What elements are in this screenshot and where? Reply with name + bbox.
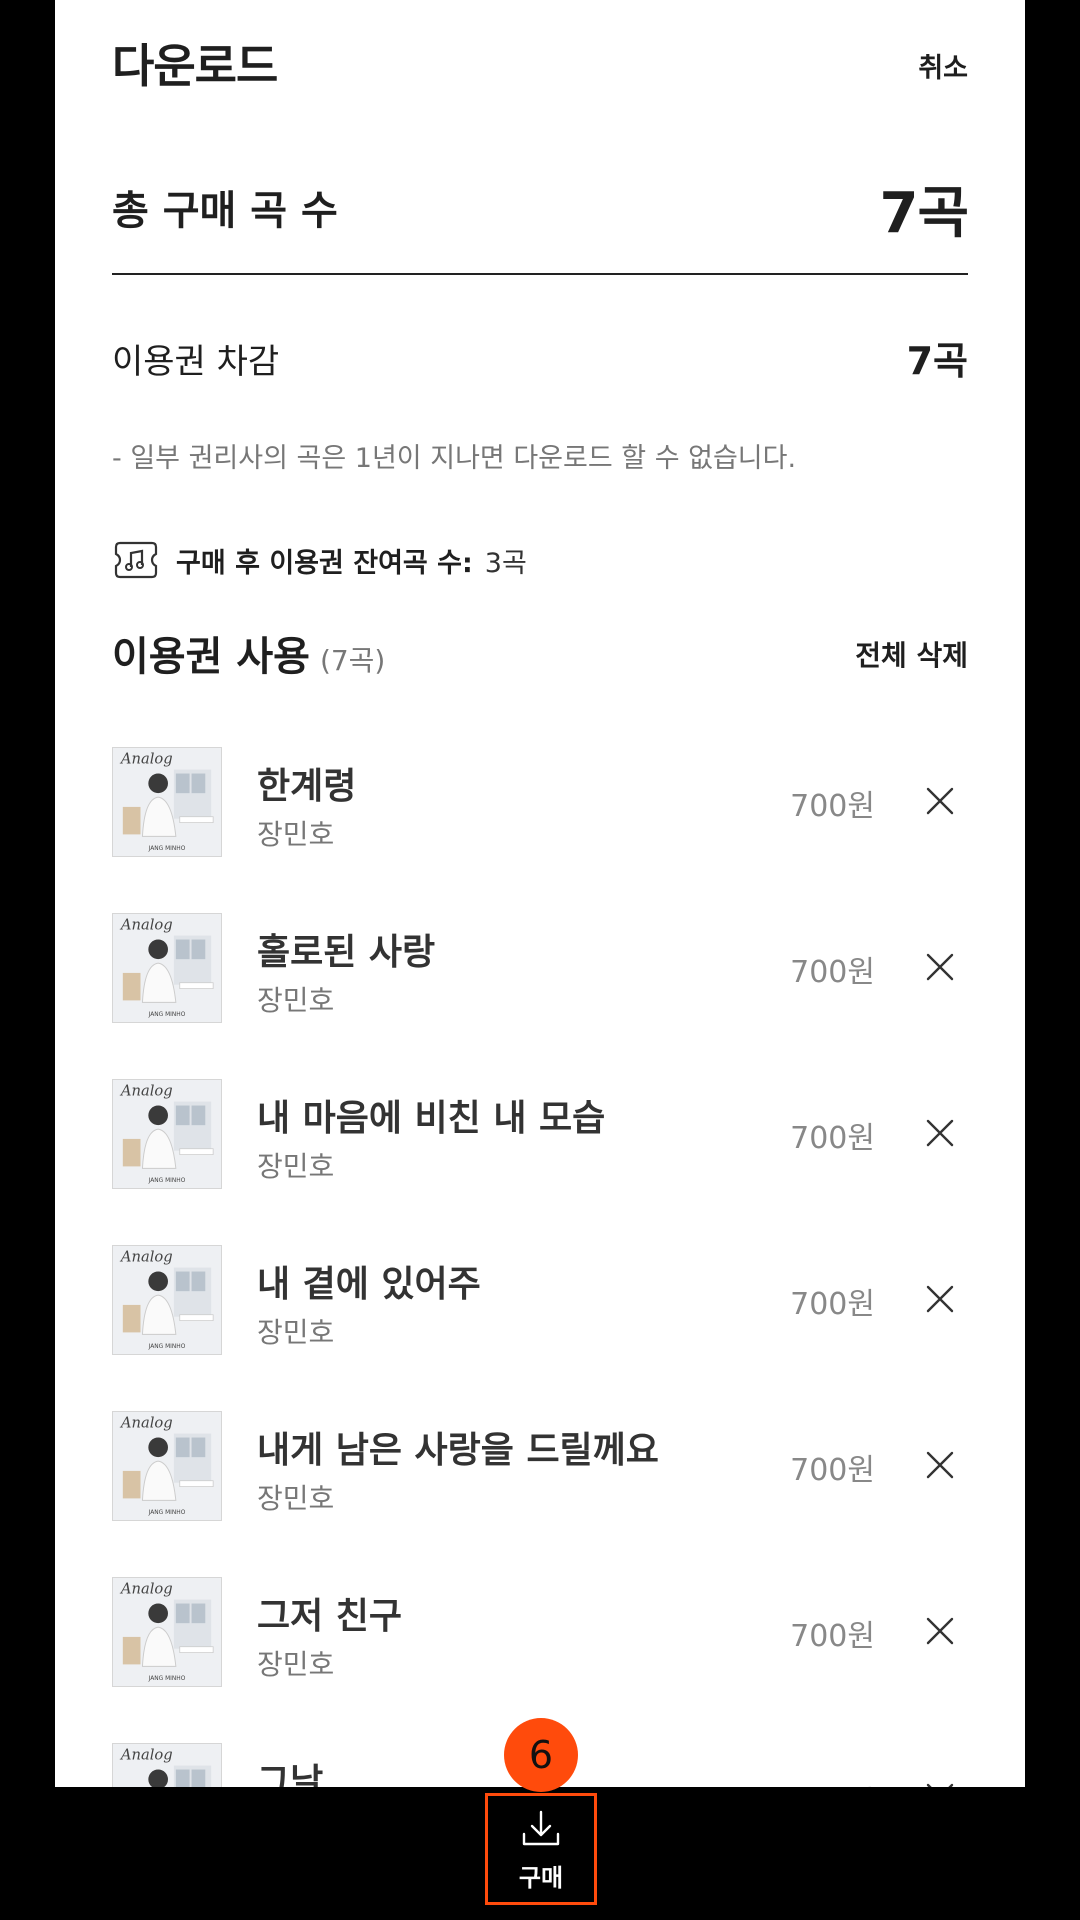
song-price: 700원 xyxy=(790,955,875,990)
remaining-songs-value: 3곡 xyxy=(484,547,527,579)
song-artist: 장민호 xyxy=(257,1648,335,1681)
svg-text:JANG MINHO: JANG MINHO xyxy=(148,1510,186,1516)
remaining-songs-row: 구매 후 이용권 잔여곡 수: 3곡 xyxy=(112,538,527,582)
song-price: 700원 xyxy=(790,1619,875,1654)
voucher-deduction-row: 이용권 차감 7곡 xyxy=(112,330,968,383)
svg-text:JANG MINHO: JANG MINHO xyxy=(148,1344,186,1350)
song-title: 그저 친구 xyxy=(257,1596,403,1637)
album-art: Analog JANG MINHO xyxy=(112,1577,222,1687)
song-row[interactable]: Analog JANG MINHO 내 마음에 비친 내 모습장민호 700원 xyxy=(112,1079,968,1189)
song-price: 700원 xyxy=(790,1287,875,1322)
download-icon xyxy=(522,1810,560,1845)
song-artist: 장민호 xyxy=(257,984,335,1017)
total-purchase-value: 7곡 xyxy=(879,181,969,246)
close-icon[interactable] xyxy=(924,951,956,983)
remaining-songs-label: 구매 후 이용권 잔여곡 수: xyxy=(176,547,473,579)
song-title: 홀로된 사랑 xyxy=(257,932,436,973)
song-artist: 장민호 xyxy=(257,818,335,851)
svg-text:Analog: Analog xyxy=(119,917,173,934)
song-artist: 장민호 xyxy=(257,1150,335,1183)
buy-label: 구매 xyxy=(518,1863,564,1892)
close-icon[interactable] xyxy=(924,1117,956,1149)
voucher-deduction-label: 이용권 차감 xyxy=(112,342,280,382)
song-row[interactable]: Analog JANG MINHO 홀로된 사랑장민호 700원 xyxy=(112,913,968,1023)
music-note-icon xyxy=(114,541,158,579)
album-art: Analog JANG MINHO xyxy=(112,1411,222,1521)
svg-text:Analog: Analog xyxy=(119,1083,173,1100)
svg-text:JANG MINHO: JANG MINHO xyxy=(148,846,186,852)
song-artist: 장민호 xyxy=(257,1316,335,1349)
close-icon[interactable] xyxy=(924,785,956,817)
section-count: (7곡) xyxy=(319,644,386,677)
bottom-bar: 구매 xyxy=(55,1787,1025,1920)
download-sheet: 다운로드 취소 총 구매 곡 수 7곡 이용권 차감 7곡 - 일부 권리사의 … xyxy=(55,0,1025,1920)
song-title: 한계령 xyxy=(257,766,357,807)
song-row[interactable]: Analog JANG MINHO 한계령장민호 700원 xyxy=(112,747,968,857)
svg-text:JANG MINHO: JANG MINHO xyxy=(148,1178,186,1184)
delete-all-button[interactable]: 전체 삭제 xyxy=(855,634,968,674)
svg-text:Analog: Analog xyxy=(119,1747,173,1764)
svg-text:Analog: Analog xyxy=(119,1415,173,1432)
step-badge: 6 xyxy=(504,1718,578,1792)
total-purchase-label: 총 구매 곡 수 xyxy=(112,188,338,234)
total-purchase-row: 총 구매 곡 수 7곡 xyxy=(112,168,969,246)
section-title-text: 이용권 사용 xyxy=(112,634,310,680)
buy-button[interactable]: 구매 xyxy=(485,1793,597,1905)
song-price: 700원 xyxy=(790,1121,875,1156)
song-title: 내게 남은 사랑을 드릴께요 xyxy=(257,1430,659,1471)
song-row[interactable]: Analog JANG MINHO 그저 친구장민호 700원 xyxy=(112,1577,968,1687)
close-icon[interactable] xyxy=(924,1615,956,1647)
album-art: Analog JANG MINHO xyxy=(112,913,222,1023)
song-row[interactable]: Analog JANG MINHO 내게 남은 사랑을 드릴께요장민호 700원 xyxy=(112,1411,968,1521)
album-art: Analog JANG MINHO xyxy=(112,747,222,857)
album-art: Analog JANG MINHO xyxy=(112,1079,222,1189)
album-art: Analog JANG MINHO xyxy=(112,1245,222,1355)
close-icon[interactable] xyxy=(924,1283,956,1315)
close-icon[interactable] xyxy=(924,1449,956,1481)
svg-text:JANG MINHO: JANG MINHO xyxy=(148,1012,186,1018)
song-title: 내 곁에 있어주 xyxy=(257,1264,481,1305)
section-title: 이용권 사용 (7곡) xyxy=(112,624,385,682)
svg-text:Analog: Analog xyxy=(119,751,173,768)
song-artist: 장민호 xyxy=(257,1482,335,1515)
voucher-deduction-value: 7곡 xyxy=(906,339,968,383)
page-title: 다운로드 xyxy=(112,39,278,93)
song-row[interactable]: Analog JANG MINHO 내 곁에 있어주장민호 700원 xyxy=(112,1245,968,1355)
song-price: 700원 xyxy=(790,789,875,824)
svg-text:Analog: Analog xyxy=(119,1249,173,1266)
cancel-button[interactable]: 취소 xyxy=(918,46,968,85)
header: 다운로드 취소 xyxy=(112,30,968,100)
voucher-use-section-header: 이용권 사용 (7곡) 전체 삭제 xyxy=(112,624,968,684)
svg-text:JANG MINHO: JANG MINHO xyxy=(148,1676,186,1682)
song-title: 내 마음에 비친 내 모습 xyxy=(257,1098,606,1139)
svg-text:Analog: Analog xyxy=(119,1581,173,1598)
notice-text: - 일부 권리사의 곡은 1년이 지나면 다운로드 할 수 없습니다. xyxy=(112,443,797,474)
song-price: 700원 xyxy=(790,1453,875,1488)
divider xyxy=(112,273,968,275)
